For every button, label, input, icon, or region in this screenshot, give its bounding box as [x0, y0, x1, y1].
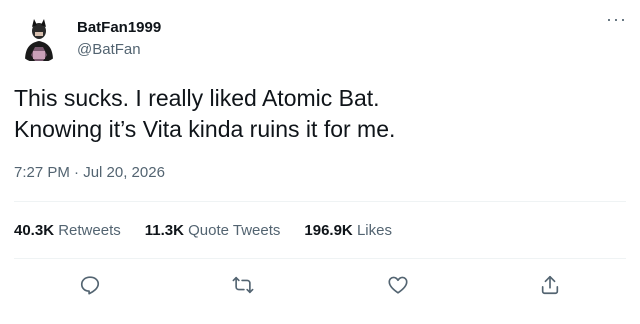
tweet-actions — [14, 266, 626, 306]
stat-quote-tweets[interactable]: 11.3K Quote Tweets — [145, 221, 281, 241]
stat-retweets[interactable]: 40.3K Retweets — [14, 221, 121, 241]
user-info: BatFan1999 @BatFan — [77, 18, 161, 60]
tweet-timestamp[interactable]: 7:27 PM · Jul 20, 2026 — [14, 163, 165, 183]
stat-label: Retweets — [58, 222, 121, 239]
display-name[interactable]: BatFan1999 — [77, 18, 161, 38]
tweet-card: BatFan1999 @BatFan ··· This sucks. I rea… — [0, 0, 640, 324]
reply-button[interactable] — [77, 272, 103, 298]
tweet-text-line: Knowing it’s Vita kinda ruins it for me. — [14, 116, 396, 142]
heart-icon — [388, 276, 408, 294]
stat-label: Likes — [356, 222, 392, 239]
tweet-stats: 40.3K Retweets 11.3K Quote Tweets 196.9K… — [14, 221, 416, 241]
share-icon — [541, 275, 559, 295]
divider — [14, 201, 626, 202]
stat-number: 40.3K — [14, 222, 55, 239]
retweet-icon — [232, 276, 254, 294]
divider — [14, 258, 626, 259]
stat-number: 196.9K — [304, 222, 353, 239]
tweet-text: This sucks. I really liked Atomic Bat. K… — [14, 83, 614, 145]
tweet-text-line: This sucks. I really liked Atomic Bat. — [14, 85, 380, 111]
avatar[interactable] — [15, 15, 63, 63]
like-button[interactable] — [385, 272, 411, 298]
stat-likes[interactable]: 196.9K Likes — [304, 221, 392, 241]
reply-icon — [80, 276, 100, 295]
user-handle[interactable]: @BatFan — [77, 40, 161, 60]
avatar-image — [15, 15, 63, 63]
more-dots-icon[interactable]: ··· — [606, 10, 626, 30]
share-button[interactable] — [537, 272, 563, 298]
retweet-button[interactable] — [230, 272, 256, 298]
stat-label: Quote Tweets — [188, 222, 281, 239]
stat-number: 11.3K — [144, 222, 184, 239]
